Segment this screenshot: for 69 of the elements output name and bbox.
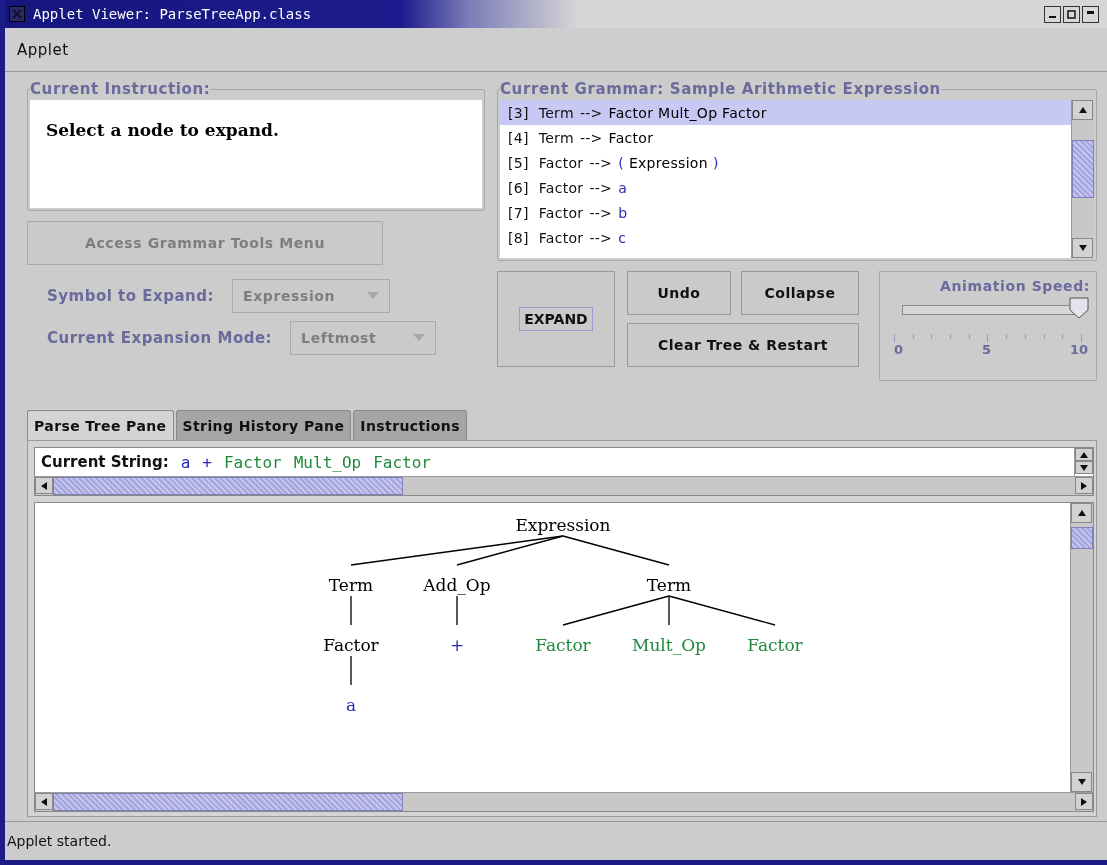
left-arrow-icon: [39, 796, 49, 807]
scroll-thumb[interactable]: [1071, 527, 1093, 549]
tick-label: 10: [1069, 342, 1088, 357]
scroll-down-button[interactable]: [1071, 772, 1092, 792]
down-arrow-icon: [1077, 243, 1088, 253]
up-arrow-icon: [1076, 508, 1087, 518]
tree-node[interactable]: Expression: [515, 515, 611, 535]
scroll-thumb[interactable]: [53, 793, 403, 811]
collapse-button[interactable]: Collapse: [741, 271, 859, 315]
tree-node[interactable]: Mult_Op: [632, 635, 706, 655]
spin-down-button[interactable]: [1075, 461, 1093, 474]
caret-icon: [413, 334, 426, 342]
tree-node[interactable]: a: [345, 695, 357, 715]
slider-thumb[interactable]: [1069, 297, 1089, 319]
tree-edge: [350, 595, 352, 626]
current-string-label: Current String:: [40, 453, 169, 471]
scroll-down-button[interactable]: [1072, 238, 1093, 258]
down-arrow-icon: [1076, 777, 1087, 787]
undo-button[interactable]: Undo: [627, 271, 731, 315]
up-arrow-icon: [1077, 105, 1088, 115]
expand-button[interactable]: EXPAND: [497, 271, 615, 367]
tab[interactable]: Instructions: [353, 410, 467, 440]
scroll-left-button[interactable]: [35, 477, 53, 494]
scroll-up-button[interactable]: [1072, 100, 1093, 120]
tick-label: 5: [981, 342, 991, 357]
scroll-left-button[interactable]: [35, 793, 53, 810]
field-label: Current Expansion Mode:: [47, 329, 273, 347]
instruction-text: Select a node to expand.: [46, 120, 279, 140]
window-title: Applet Viewer: ParseTreeApp.class: [33, 6, 312, 22]
left-arrow-icon: [39, 480, 49, 491]
right-arrow-icon: [1079, 796, 1089, 807]
panel-title: Current Grammar: Sample Arithmetic Expression: [500, 80, 941, 98]
scroll-up-button[interactable]: [1071, 503, 1092, 523]
tree-node[interactable]: Factor: [323, 635, 379, 655]
scrollbar[interactable]: [1071, 100, 1094, 258]
right-arrow-icon: [1079, 480, 1089, 491]
tree-node[interactable]: Term: [646, 575, 692, 595]
current-string-text: a + Factor Mult_Op Factor: [180, 452, 432, 472]
tab[interactable]: String History Pane: [175, 410, 352, 440]
panel-title: Current Instruction:: [30, 80, 211, 98]
scroll-thumb[interactable]: [1072, 140, 1094, 198]
shade-button[interactable]: [1082, 5, 1099, 23]
tick-label: 0: [894, 342, 904, 357]
down-arrow-icon: [1079, 462, 1089, 473]
status-text: Applet started.: [7, 833, 112, 849]
clear-button[interactable]: Clear Tree & Restart: [627, 323, 859, 367]
spin-up-button[interactable]: [1075, 448, 1093, 461]
tree-node[interactable]: Factor: [535, 635, 591, 655]
scrollbar[interactable]: [35, 792, 1093, 811]
minimize-icon: [1049, 15, 1056, 18]
maximize-icon: [1067, 9, 1076, 19]
tab[interactable]: Parse Tree Pane: [27, 410, 174, 440]
tree-node[interactable]: Add_Op: [423, 575, 491, 595]
caret-icon: [367, 292, 379, 300]
field-label: Symbol to Expand:: [47, 287, 214, 305]
minimize-button[interactable]: [1044, 5, 1061, 23]
scrollbar[interactable]: [35, 476, 1093, 495]
scroll-right-button[interactable]: [1075, 477, 1093, 494]
scrollbar[interactable]: [1070, 503, 1093, 792]
slider-label: Animation Speed:: [940, 278, 1090, 294]
maximize-button[interactable]: [1063, 5, 1080, 23]
menu-item[interactable]: Applet: [17, 40, 69, 59]
tree-node[interactable]: Term: [328, 575, 374, 595]
tree-edge: [350, 655, 352, 686]
scroll-thumb[interactable]: [53, 477, 403, 495]
scroll-right-button[interactable]: [1075, 793, 1093, 810]
tree-node[interactable]: Factor: [747, 635, 803, 655]
tree-node[interactable]: +: [449, 635, 465, 655]
tree-edge: [456, 595, 458, 626]
